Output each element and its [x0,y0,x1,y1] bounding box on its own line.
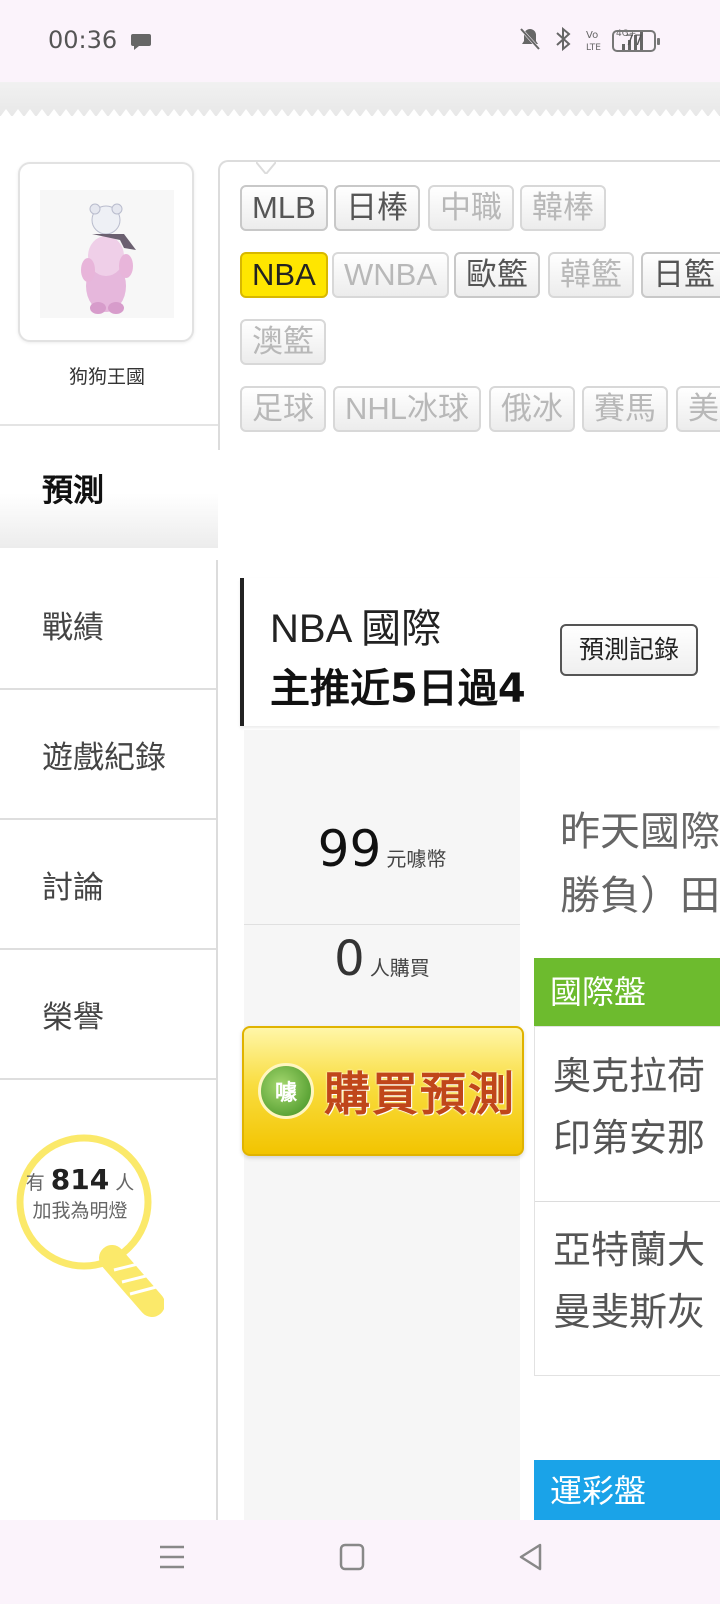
back-icon[interactable] [516,1542,544,1572]
game-team-home: 奧克拉荷 [553,1054,706,1098]
nav-item-label: 戰績 [42,609,104,646]
svg-text:Vo: Vo [586,30,598,41]
league-pill-kbl[interactable]: 韓籃 [548,252,634,298]
zigzag-edge [0,109,720,117]
status-time: 00:36 [48,26,118,54]
panel-pointer [256,162,276,174]
fans-count: 814 [50,1163,110,1196]
nav-item-discussion[interactable]: 討論 [0,820,218,950]
nav-item-honor[interactable]: 榮譽 [0,950,218,1080]
prediction-preview-text: 昨天國際 勝負）田 [560,800,720,928]
league-pill-jpn-basketball[interactable]: 日籃 [641,252,720,298]
profile-name: 狗狗王國 [68,366,145,388]
prediction-subtitle: 主推近5日過4 [270,666,526,712]
mute-bell-icon [518,26,542,56]
league-pill-cpbl[interactable]: 中職 [428,185,514,231]
avatar[interactable] [18,162,194,342]
buyers-display: 0 人購買 [244,924,520,987]
prediction-header: NBA 國際 主推近5日過4 預測記錄 [240,578,720,726]
price-display: 99 元噱幣 [244,820,520,878]
buy-prediction-button[interactable]: 噱 購買預測 [242,1026,524,1156]
chat-bubble-icon [130,32,152,56]
league-pill-wnba[interactable]: WNBA [332,252,449,298]
system-nav-bar [0,1520,720,1604]
buyers-count: 0 [334,931,365,987]
nav-item-record[interactable]: 戰績 [0,560,218,690]
game-team-home: 亞特蘭大 [553,1228,706,1272]
nav-item-label: 預測 [42,472,104,509]
prediction-record-button[interactable]: 預測記錄 [560,624,698,676]
buy-prediction-label: 購買預測 [324,1067,516,1121]
nav-item-game-history[interactable]: 遊戲紀錄 [0,690,218,820]
svg-text:LTE: LTE [586,43,601,52]
fans-caption: 加我為明燈 [32,1200,128,1222]
fans-count-text: 有 814 人 加我為明燈 [14,1166,146,1225]
league-pill-more[interactable]: 美 [676,386,720,432]
coin-icon: 噱 [258,1063,314,1119]
lightbulb-icon[interactable] [14,1130,164,1320]
battery-icon: 77 [612,30,660,52]
fans-suffix: 人 [115,1172,135,1194]
preview-line-1: 昨天國際 [560,809,720,855]
battery-level: 77 [625,33,643,49]
league-pill-khl[interactable]: 俄冰 [489,386,575,432]
status-bar: 00:36 Vo LTE 4G+ 77 [0,0,720,82]
nav-item-label: 討論 [42,869,104,906]
teddy-bear-figurine-image [81,203,136,314]
intl-games-list: 奧克拉荷 印第安那 亞特蘭大 曼斐斯灰 [534,1026,720,1376]
bluetooth-icon [554,26,572,56]
game-divider [535,1201,720,1202]
league-pill-jpn-baseball[interactable]: 日棒 [334,185,420,231]
league-pill-nba[interactable]: NBA [240,252,328,298]
league-pill-kbo[interactable]: 韓棒 [520,185,606,231]
lottery-odds-tag: 運彩盤 [534,1460,720,1522]
price-unit: 元噱幣 [386,847,447,871]
nav-divider [216,560,218,1520]
intl-odds-tag: 國際盤 [534,958,720,1026]
buyers-unit: 人購買 [369,956,430,980]
game-team-away: 曼斐斯灰 [553,1290,706,1334]
decorative-header-strip [0,82,720,117]
game-row[interactable]: 奧克拉荷 印第安那 [535,1045,720,1169]
league-pill-soccer[interactable]: 足球 [240,386,326,432]
price-value: 99 [317,820,382,878]
profile-card: 狗狗王國 [0,138,220,426]
nav-item-label: 榮譽 [42,999,104,1036]
avatar-image [40,190,174,318]
volte-icon: Vo LTE [584,26,604,56]
nav-item-label: 遊戲紀錄 [42,739,166,776]
menu-icon[interactable] [158,1542,186,1572]
league-pill-mlb[interactable]: MLB [240,185,328,231]
game-team-away: 印第安那 [553,1116,706,1160]
league-pill-nhl[interactable]: NHL冰球 [333,386,482,432]
prediction-title: NBA 國際 [270,607,442,651]
home-icon[interactable] [338,1542,366,1572]
game-row[interactable]: 亞特蘭大 曼斐斯灰 [535,1219,720,1343]
fans-prefix: 有 [25,1172,45,1194]
league-pill-euro-basketball[interactable]: 歐籃 [454,252,540,298]
preview-line-2: 勝負）田 [560,873,720,919]
nav-item-prediction[interactable]: 預測 [0,426,218,548]
league-pill-horse-racing[interactable]: 賽馬 [582,386,668,432]
league-pill-nbl[interactable]: 澳籃 [240,319,326,365]
